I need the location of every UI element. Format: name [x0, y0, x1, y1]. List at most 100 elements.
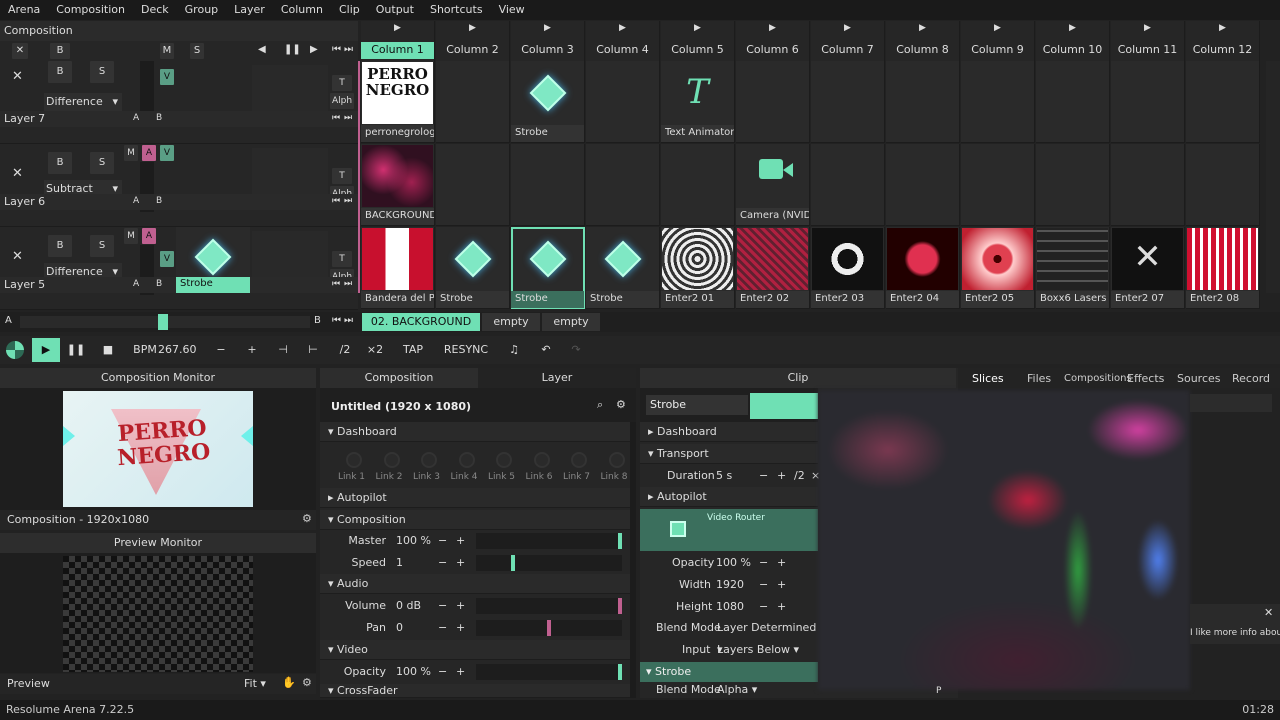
clip-name-field[interactable]: Strobe: [646, 395, 748, 415]
redo-icon[interactable]: ↷: [566, 338, 586, 362]
opacity-slider-handle[interactable]: [618, 664, 622, 680]
opacity-minus[interactable]: −: [438, 661, 447, 683]
column-label[interactable]: Column 12: [1186, 42, 1259, 59]
column-header-1[interactable]: ▶ Column 1: [361, 21, 435, 61]
metronome-icon[interactable]: ♫: [504, 338, 524, 362]
notice-close-icon[interactable]: ✕: [1264, 606, 1273, 619]
layer-skip-back-icon[interactable]: ⏮: [332, 196, 340, 206]
column-label[interactable]: Column 2: [436, 42, 509, 59]
clip-slot[interactable]: [661, 144, 735, 226]
column-header-6[interactable]: ▶ Column 6: [736, 21, 810, 61]
layer-video-button[interactable]: V: [160, 69, 174, 85]
column-label[interactable]: Column 11: [1111, 42, 1184, 59]
deck-skip-back-icon[interactable]: ⏮: [332, 315, 341, 326]
volume-slider[interactable]: [476, 598, 622, 614]
duration-value[interactable]: 5 s: [716, 465, 732, 487]
comp-pause-icon[interactable]: ❚❚: [284, 44, 301, 55]
section-autopilot[interactable]: ▸ Autopilot: [320, 488, 630, 508]
column-label[interactable]: Column 9: [961, 42, 1034, 59]
grid-scrollbar[interactable]: [1266, 61, 1280, 293]
strobe-blend-select[interactable]: Alpha ▾: [717, 682, 757, 698]
column-header-7[interactable]: ▶ Column 7: [811, 21, 885, 61]
clip-text[interactable]: T Text Animator: [661, 61, 735, 143]
column-header-4[interactable]: ▶ Column 4: [586, 21, 660, 61]
column-label[interactable]: Column 1: [361, 42, 434, 59]
layer-skip-fwd-icon[interactable]: ⏭: [344, 113, 352, 123]
clip-slot[interactable]: [586, 144, 660, 226]
column-play-icon[interactable]: ▶: [1186, 23, 1259, 33]
composition-title[interactable]: Composition: [0, 21, 358, 41]
duration-half[interactable]: /2: [794, 465, 805, 487]
clip-stripes[interactable]: Enter2 08: [1186, 227, 1260, 309]
nudge-fwd-icon[interactable]: ⊢: [304, 338, 322, 362]
menu-group[interactable]: Group: [177, 0, 227, 20]
pan-slider-handle[interactable]: [547, 620, 551, 636]
clip-height-minus[interactable]: −: [759, 596, 768, 618]
column-label[interactable]: Column 8: [886, 42, 959, 59]
search-icon[interactable]: ⌕: [597, 398, 603, 412]
clip-width-value[interactable]: 1920: [716, 574, 744, 596]
dashboard-knob[interactable]: [346, 452, 362, 468]
column-play-icon[interactable]: ▶: [1111, 23, 1184, 33]
layer-solo-button[interactable]: S: [90, 235, 114, 257]
column-header-3[interactable]: ▶ Column 3: [511, 21, 585, 61]
clip-spiral[interactable]: Enter2 01: [661, 227, 735, 309]
menu-column[interactable]: Column: [273, 0, 331, 20]
clip-section-autopilot[interactable]: ▸ Autopilot: [640, 487, 818, 507]
layer-clear-icon[interactable]: ✕: [12, 69, 23, 84]
layer-crossfade-a[interactable]: A: [133, 113, 139, 123]
layer-skip-fwd-icon[interactable]: ⏭: [344, 196, 352, 206]
pan-slider[interactable]: [476, 620, 622, 636]
play-button[interactable]: ▶: [32, 338, 60, 362]
section-audio[interactable]: ▾ Audio: [320, 574, 630, 594]
crossfader-track[interactable]: [20, 314, 310, 330]
speed-plus[interactable]: +: [456, 552, 465, 574]
clip-lasers[interactable]: Boxx6 Lasers: [1036, 227, 1110, 309]
opacity-slider[interactable]: [476, 664, 622, 680]
clip-slot[interactable]: [436, 144, 510, 226]
comp-skip-fwd-icon[interactable]: ⏭: [344, 44, 353, 55]
tab-layer[interactable]: Layer: [478, 368, 636, 388]
section-dashboard[interactable]: ▾ Dashboard: [320, 422, 630, 442]
pan-value[interactable]: 0: [396, 617, 403, 639]
layer-name[interactable]: Layer 6: [4, 195, 45, 208]
menu-composition[interactable]: Composition: [48, 0, 133, 20]
column-play-icon[interactable]: ▶: [1036, 23, 1109, 33]
layer-transition-button[interactable]: T: [332, 251, 352, 267]
tab-slices[interactable]: Slices: [972, 370, 1004, 388]
layer-mute-button[interactable]: M: [124, 145, 138, 161]
layer-solo-button[interactable]: S: [90, 152, 114, 174]
menu-arena[interactable]: Arena: [0, 0, 48, 20]
column-play-icon[interactable]: ▶: [661, 23, 734, 33]
menu-output[interactable]: Output: [368, 0, 422, 20]
layer-active-clip[interactable]: Strobe: [176, 227, 250, 293]
comp-settings-gear-icon[interactable]: ⚙: [616, 398, 626, 411]
clip-section-dashboard[interactable]: ▸ Dashboard: [640, 422, 818, 442]
dashboard-knob[interactable]: [421, 452, 437, 468]
dashboard-knob[interactable]: [458, 452, 475, 468]
layer-name[interactable]: Layer 7: [4, 112, 45, 125]
master-value[interactable]: 100 %: [396, 530, 431, 552]
clip-slot[interactable]: [811, 144, 885, 226]
dashboard-knob[interactable]: [496, 452, 512, 468]
clip-input-select[interactable]: Layers Below ▾: [717, 639, 799, 661]
column-header-5[interactable]: ▶ Column 5: [661, 21, 735, 61]
tab-sources[interactable]: Sources: [1177, 370, 1221, 388]
column-play-icon[interactable]: ▶: [586, 23, 659, 33]
layer-crossfade-b[interactable]: B: [156, 196, 162, 206]
deck-skip-fwd-icon[interactable]: ⏭: [344, 315, 353, 326]
volume-plus[interactable]: +: [456, 595, 465, 617]
column-label[interactable]: Column 4: [586, 42, 659, 59]
column-play-icon[interactable]: ▶: [511, 23, 584, 33]
clip-opacity-plus[interactable]: +: [777, 552, 786, 574]
opacity-value[interactable]: 100 %: [396, 661, 431, 683]
menu-view[interactable]: View: [491, 0, 533, 20]
layer-bypass-button[interactable]: B: [48, 152, 72, 174]
composition-name[interactable]: Untitled (1920 x 1080): [331, 400, 471, 413]
column-play-icon[interactable]: ▶: [961, 23, 1034, 33]
preview-gear-icon[interactable]: ⚙: [302, 676, 312, 689]
dashboard-knob[interactable]: [571, 452, 587, 468]
duration-minus[interactable]: −: [759, 465, 768, 487]
section-composition[interactable]: ▾ Composition: [320, 510, 630, 530]
clip-cross[interactable]: ✕ Enter2 07: [1111, 227, 1185, 309]
